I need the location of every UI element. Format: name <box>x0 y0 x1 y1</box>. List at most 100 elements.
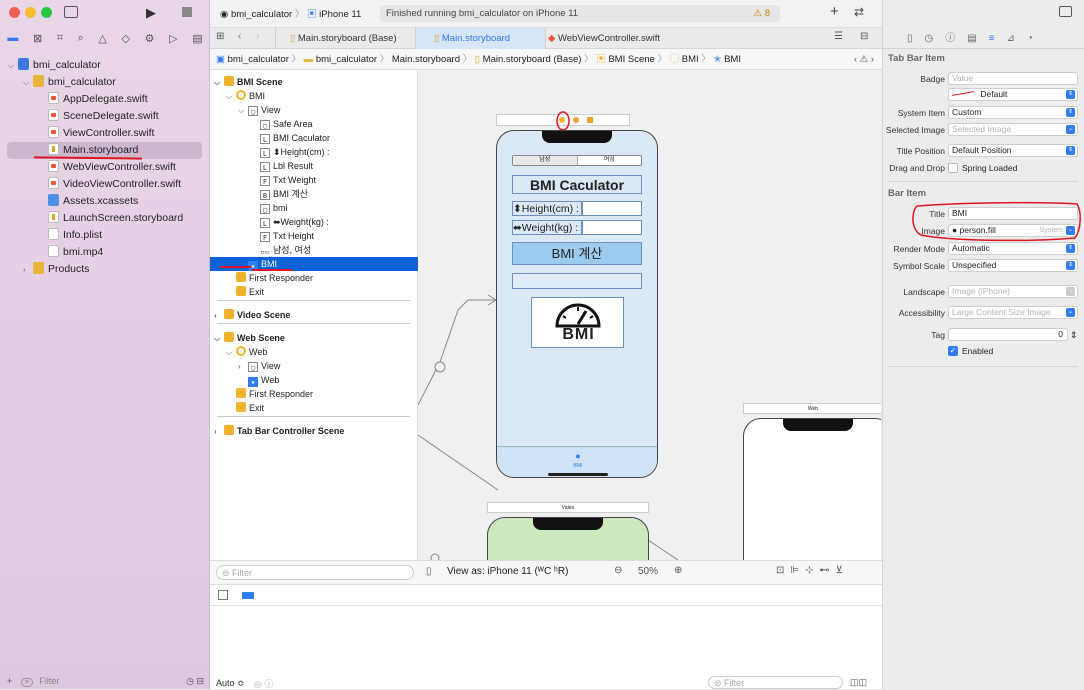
outline-filter-input[interactable]: ⊜ Filter <box>216 565 414 580</box>
report-icon[interactable]: ▤ <box>192 32 202 45</box>
zoom-window-button[interactable] <box>41 7 52 18</box>
outline-item[interactable]: First Responder <box>210 387 418 401</box>
tab-main-storyboard-base[interactable]: ▯ Main.storyboard (Base) <box>275 28 415 49</box>
accessibility-combo[interactable]: Large Content Size Image ⌄ <box>948 306 1078 319</box>
storyboard-canvas[interactable]: 남성 여성 BMI Caculator ⬍Height(cm) : ⬌Weigh… <box>418 70 881 560</box>
test-icon[interactable]: ◇ <box>122 32 130 45</box>
bmi-scene-phone[interactable]: 남성 여성 BMI Caculator ⬍Height(cm) : ⬌Weigh… <box>496 130 658 478</box>
spring-loaded-checkbox[interactable] <box>948 163 958 173</box>
tab-webviewcontroller[interactable]: ◆ WebViewController.swift <box>545 28 685 49</box>
forward-icon[interactable]: › <box>256 31 259 42</box>
disclosure-icon[interactable]: › <box>214 309 224 323</box>
selected-image-combo[interactable]: Selected Image ⌄ <box>948 123 1078 136</box>
disclosure-icon[interactable]: › <box>214 425 224 439</box>
tab-item-bmi[interactable]: BMI <box>563 463 593 469</box>
outline-item[interactable]: ▫▫ 남성, 여성 <box>210 243 418 257</box>
navigator-item[interactable]: bmi.mp4 <box>0 244 210 261</box>
first-responder-icon[interactable] <box>573 117 579 123</box>
outline-item[interactable]: First Responder <box>210 271 418 285</box>
navigator-item[interactable]: WebViewController.swift <box>0 159 210 176</box>
find-icon[interactable]: ⌕ <box>78 32 84 45</box>
navigator-item[interactable]: LaunchScreen.storyboard <box>0 210 210 227</box>
outline-item[interactable]: B BMI 계산 <box>210 187 418 201</box>
navigator-filter-input[interactable]: Filter <box>39 676 59 686</box>
hide-debug-icon[interactable] <box>218 590 228 600</box>
gender-segmented-control[interactable]: 남성 여성 <box>512 155 642 166</box>
exit-icon[interactable] <box>587 117 593 123</box>
layout-toggle-icons[interactable]: ◫◫ <box>850 677 867 688</box>
disclosure-icon[interactable]: ⌵ <box>238 104 248 118</box>
run-button[interactable]: ▶ <box>146 5 156 21</box>
weight-text-field[interactable] <box>582 220 642 235</box>
render-mode-popup[interactable]: Automatic ⇕ <box>948 242 1078 255</box>
outline-item[interactable]: ⌵ Web Scene <box>210 331 418 345</box>
navigator-item[interactable]: SceneDelegate.swift <box>0 108 210 125</box>
view-as-button[interactable]: View as: iPhone 11 (ᵂC ʰR) <box>447 566 568 577</box>
disclosure-icon[interactable]: ⌵ <box>226 90 236 104</box>
folder-icon[interactable]: ▬ <box>7 32 18 44</box>
calculate-button[interactable]: BMI 계산 <box>512 242 642 265</box>
outline-item[interactable]: ★ BMI <box>210 257 418 271</box>
grid-icon[interactable]: ⊞ <box>216 31 224 42</box>
jump-tab-item[interactable]: BMI <box>724 54 741 65</box>
segment-female[interactable]: 여성 <box>578 156 642 165</box>
tag-stepper[interactable]: ⇕ <box>1070 327 1078 343</box>
title-position-popup[interactable]: Default Position ⇕ <box>948 144 1078 157</box>
video-scene-phone[interactable] <box>487 517 649 560</box>
split-editor-icon[interactable]: ⊟ <box>860 31 868 42</box>
zoom-in-icon[interactable]: ⊕ <box>674 565 682 576</box>
navigator-item[interactable]: ViewController.swift <box>0 125 210 142</box>
scheme-selector[interactable]: ◉ bmi_calculator 〉 ▣ iPhone 11 <box>220 6 361 20</box>
editor-options-icon[interactable]: ☰ <box>834 31 843 42</box>
navigator-item[interactable]: AppDelegate.swift <box>0 91 210 108</box>
disclosure-icon[interactable]: ⌵ <box>8 57 18 74</box>
back-icon[interactable]: ‹ <box>238 31 241 42</box>
minimize-window-button[interactable] <box>25 7 36 18</box>
issue-navigation-icon[interactable]: ‹ ⚠ › <box>854 49 874 70</box>
stop-button[interactable] <box>182 7 192 17</box>
enabled-checkbox[interactable]: ✓ <box>948 346 958 356</box>
disclosure-icon[interactable]: ⌵ <box>23 74 33 91</box>
system-item-popup[interactable]: Custom ⇕ <box>948 106 1078 119</box>
navigator-item[interactable]: › Products <box>0 261 210 278</box>
segment-male[interactable]: 남성 <box>513 156 578 165</box>
navigator-item[interactable]: ⌵ bmi_calculator <box>0 74 210 91</box>
outline-toggle-icon[interactable]: ▯ <box>426 566 432 577</box>
sidebar-toggle-icon[interactable] <box>64 6 78 18</box>
outline-item[interactable]: › Tab Bar Controller Scene <box>210 424 418 438</box>
disclosure-icon[interactable]: › <box>23 261 33 278</box>
tab-main-storyboard[interactable]: ▯ Main.storyboard <box>415 28 545 49</box>
inspector-tabs[interactable]: ▯◷ⓘ▤≡⊿◔ <box>883 28 1084 49</box>
disclosure-icon[interactable]: ⌵ <box>214 76 224 90</box>
outline-item[interactable]: › ▢ View <box>210 359 418 373</box>
jump-controller[interactable]: BMI <box>682 54 699 65</box>
symbol-scale-popup[interactable]: Unspecified ⇕ <box>948 259 1078 272</box>
symbol-icon[interactable]: ⌗ <box>57 32 63 45</box>
outline-item[interactable]: F Txt Weight <box>210 173 418 187</box>
inspector-toggle-icon[interactable] <box>1059 6 1072 17</box>
outline-item[interactable]: ⌵ BMI <box>210 89 418 103</box>
jump-scene[interactable]: BMI Scene <box>608 54 654 65</box>
outline-item[interactable]: ▢ bmi <box>210 201 418 215</box>
disclosure-icon[interactable]: › <box>238 360 248 374</box>
jump-project[interactable]: bmi_calculator <box>228 54 289 65</box>
navigator-item[interactable]: Info.plist <box>0 227 210 244</box>
add-icon[interactable]: + <box>7 676 12 686</box>
height-text-field[interactable] <box>582 201 642 216</box>
outline-item[interactable]: ⌵ Web <box>210 345 418 359</box>
outline-item[interactable]: Exit <box>210 401 418 415</box>
jump-file-base[interactable]: Main.storyboard (Base) <box>483 54 582 65</box>
outline-item[interactable]: L ⬍Height(cm) : <box>210 145 418 159</box>
web-scene-phone[interactable] <box>743 418 881 560</box>
console-filter-input[interactable]: ⊜ Filter <box>708 676 843 689</box>
recent-files-icon[interactable]: ◷ ⊟ <box>186 674 204 689</box>
navigator-item[interactable]: VideoViewController.swift <box>0 176 210 193</box>
outline-item[interactable]: ★ Web <box>210 373 418 387</box>
warning-badge[interactable]: ⚠ 8 <box>754 5 770 22</box>
outline-item[interactable]: › Video Scene <box>210 308 418 322</box>
jump-file[interactable]: Main.storyboard <box>392 54 460 65</box>
navigator-item[interactable]: Assets.xcassets <box>0 193 210 210</box>
landscape-combo[interactable]: Image (iPhone) ⌄ <box>948 285 1078 298</box>
close-window-button[interactable] <box>9 7 20 18</box>
code-review-icon[interactable]: ⇄ <box>854 5 864 19</box>
